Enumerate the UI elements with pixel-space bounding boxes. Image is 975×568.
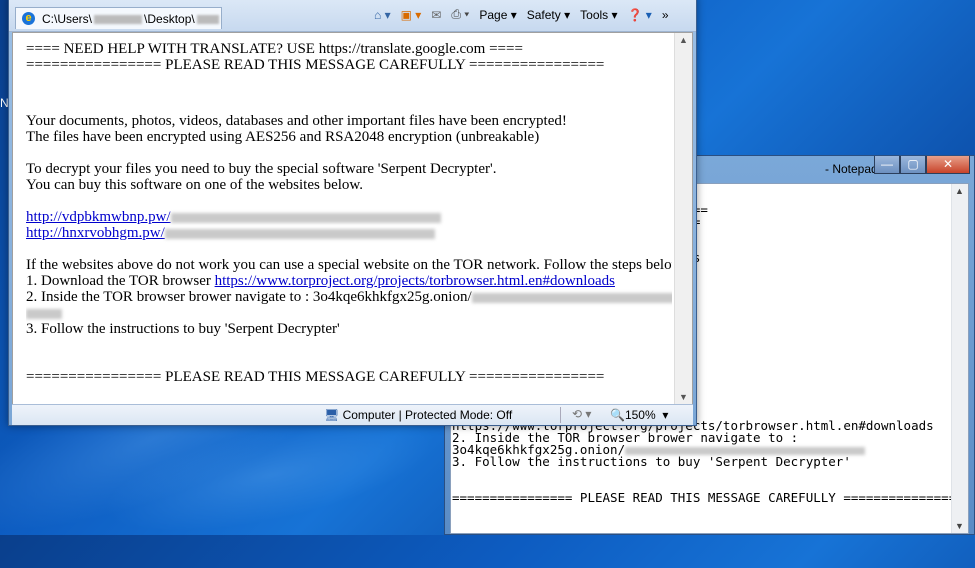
- mail-icon[interactable]: ✉: [431, 8, 441, 22]
- security-zone[interactable]: 🖥 Computer | Protected Mode: Off: [324, 408, 512, 422]
- protected-mode-icon[interactable]: ⟲ ▾: [572, 407, 591, 421]
- step-3-text: 3. Follow the instructions to buy 'Serpe…: [26, 321, 340, 337]
- browser-tab[interactable]: e C:\Users\ \Desktop\: [15, 7, 222, 29]
- close-button[interactable]: ✕: [926, 156, 970, 174]
- status-bar: 🖥 Computer | Protected Mode: Off ⟲ ▾ 🔍15…: [12, 404, 693, 425]
- encrypted-notice: Your documents, photos, videos, database…: [26, 113, 567, 129]
- overflow-chevron-icon[interactable]: »: [662, 8, 669, 22]
- browser-toolbar: e C:\Users\ \Desktop\ ⌂ ▾ ▣ ▾ ✉ ⎙ ▾ Page …: [9, 0, 696, 32]
- vertical-scrollbar[interactable]: ▲ ▼: [951, 184, 968, 533]
- footer-banner: ================ PLEASE READ THIS MESSAG…: [26, 369, 605, 385]
- maximize-button[interactable]: ▢: [900, 156, 926, 174]
- redacted-filename: [196, 15, 219, 25]
- page-menu[interactable]: Page ▾: [479, 8, 516, 22]
- redacted-onion-path: [625, 446, 866, 455]
- step-2-text: 2. Inside the TOR browser brower navigat…: [26, 289, 472, 305]
- scroll-up-arrow[interactable]: ▲: [955, 186, 964, 196]
- scroll-down-arrow[interactable]: ▼: [955, 521, 964, 531]
- header-banner: ================ PLEASE READ THIS MESSAG…: [26, 57, 605, 73]
- zoom-level[interactable]: 🔍150% ▾: [610, 408, 668, 422]
- translate-hint: ==== NEED HELP WITH TRANSLATE? USE https…: [26, 41, 523, 57]
- ransom-note: ==== NEED HELP WITH TRANSLATE? USE https…: [26, 39, 672, 404]
- payment-link-1[interactable]: http://vdpbkmwbnp.pw/: [26, 209, 171, 225]
- notepad-line: ================ PLEASE READ THIS MESSAG…: [452, 490, 952, 505]
- page-content: ==== NEED HELP WITH TRANSLATE? USE https…: [12, 32, 693, 405]
- divider: [560, 407, 561, 423]
- vertical-scrollbar[interactable]: ▲ ▼: [674, 33, 692, 404]
- tools-menu[interactable]: Tools ▾: [580, 8, 617, 22]
- help-icon[interactable]: ❓ ▾: [628, 8, 652, 22]
- browser-window[interactable]: e C:\Users\ \Desktop\ ⌂ ▾ ▣ ▾ ✉ ⎙ ▾ Page …: [8, 0, 697, 426]
- redacted-url: [164, 228, 435, 239]
- buy-instructions: You can buy this software on one of the …: [26, 177, 364, 193]
- minimize-button[interactable]: —: [874, 156, 900, 174]
- decrypt-instructions: To decrypt your files you need to buy th…: [26, 161, 497, 177]
- window-controls: — ▢ ✕: [874, 156, 970, 176]
- tab-path-mid: \Desktop\: [144, 12, 195, 26]
- tor-download-link[interactable]: https://www.torproject.org/projects/torb…: [215, 273, 615, 289]
- rss-feed-icon[interactable]: ▣ ▾: [401, 8, 422, 22]
- command-bar: ⌂ ▾ ▣ ▾ ✉ ⎙ ▾ Page ▾ Safety ▾ Tools ▾ ❓ …: [374, 7, 669, 22]
- notepad-title: - Notepad: [825, 162, 878, 176]
- scroll-down-arrow[interactable]: ▼: [679, 392, 688, 402]
- tab-path-prefix: C:\Users\: [42, 12, 93, 26]
- tor-intro: If the websites above do not work you ca…: [26, 257, 672, 273]
- notepad-line: 3. Follow the instructions to buy 'Serpe…: [452, 454, 851, 469]
- ie-logo-icon: e: [22, 12, 35, 25]
- redacted-onion-path: [26, 308, 62, 319]
- step-1-text: 1. Download the TOR browser: [26, 273, 215, 289]
- encryption-detail: The files have been encrypted using AES2…: [26, 129, 540, 145]
- redacted-url: [170, 212, 441, 223]
- scroll-up-arrow[interactable]: ▲: [679, 35, 688, 45]
- print-icon[interactable]: ⎙ ▾: [451, 7, 469, 22]
- notepad-line: [452, 468, 952, 480]
- safety-menu[interactable]: Safety ▾: [527, 8, 570, 22]
- redacted-onion-path: [471, 292, 672, 303]
- payment-link-2[interactable]: http://hnxrvobhgm.pw/: [26, 225, 165, 241]
- redacted-username: [94, 15, 143, 25]
- home-icon[interactable]: ⌂ ▾: [374, 8, 391, 22]
